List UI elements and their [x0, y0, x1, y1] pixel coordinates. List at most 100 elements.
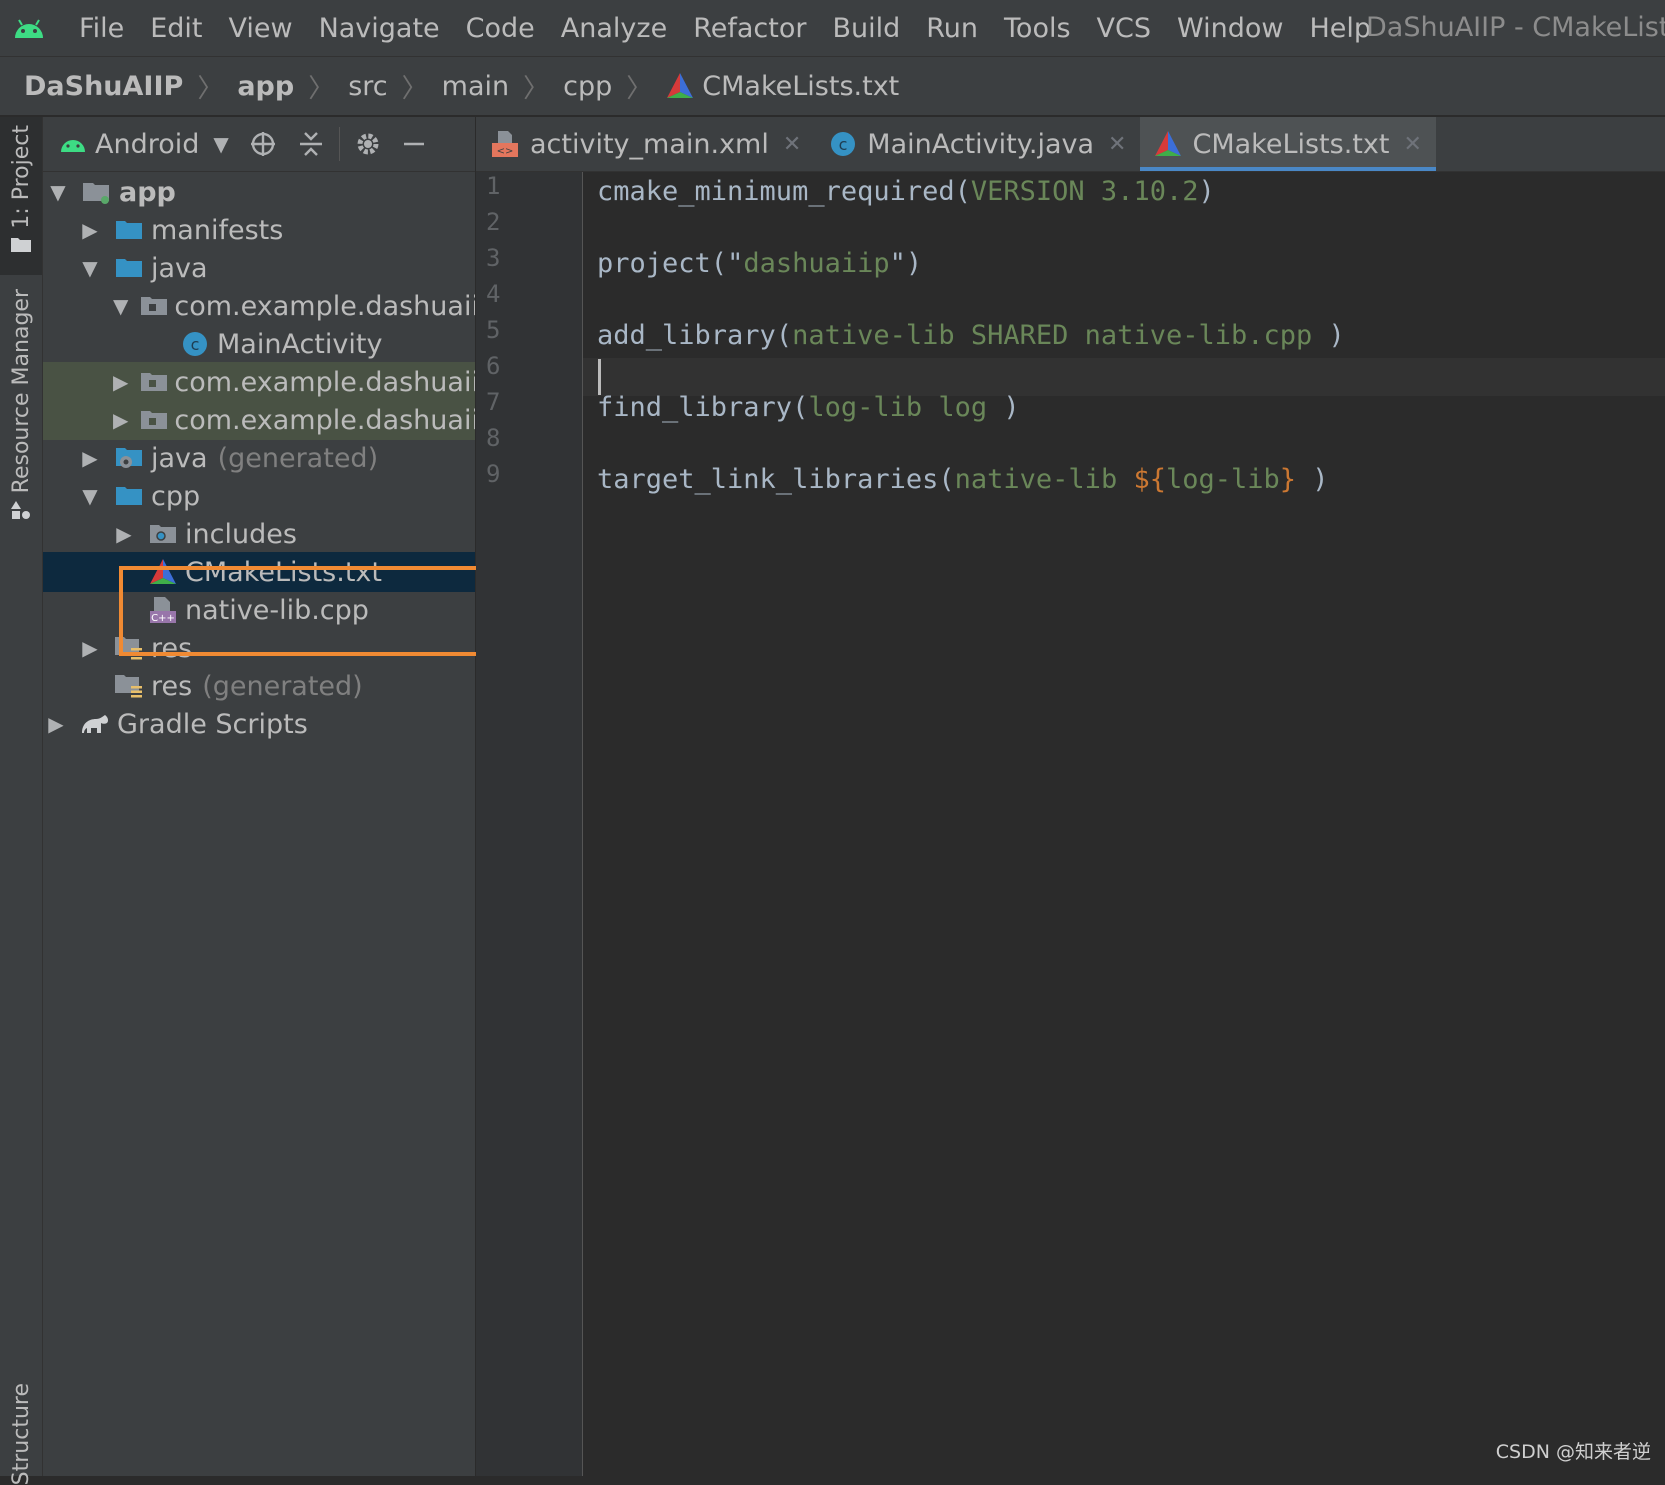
paren: ) [1198, 175, 1215, 207]
collapsed-arrow-icon[interactable]: ▶ [113, 408, 128, 432]
menu-file[interactable]: File [66, 13, 137, 44]
line-number: 3 [486, 244, 501, 272]
collapsed-arrow-icon[interactable]: ▶ [45, 712, 67, 736]
code-editor[interactable]: cmake_minimum_required(VERSION 3.10.2) p… [583, 172, 1665, 1476]
tab-structure[interactable]: Structure [0, 1297, 42, 1485]
tree-item-gradle-scripts[interactable]: ▶ Gradle Scripts [43, 704, 475, 744]
breadcrumb-project[interactable]: DaShuAIIP [24, 71, 183, 102]
expanded-arrow-icon[interactable]: ▼ [47, 180, 69, 204]
code-line-7: find_library(log-lib log ) [597, 388, 1020, 426]
collapsed-arrow-icon[interactable]: ▶ [79, 446, 101, 470]
tree-item-manifests[interactable]: ▶ manifests [43, 210, 475, 250]
window-title: DaShuAIIP - CMakeLists [1366, 12, 1665, 43]
tree-item-app[interactable]: ▼ app [43, 172, 475, 212]
svg-text:c: c [839, 135, 848, 154]
collapsed-arrow-icon[interactable]: ▶ [113, 522, 135, 546]
tree-item-java[interactable]: ▼ java [43, 248, 475, 288]
gradle-icon [79, 708, 111, 740]
breadcrumb-app[interactable]: app [237, 71, 294, 102]
paren: ( [938, 463, 955, 495]
collapsed-arrow-icon[interactable]: ▶ [113, 370, 128, 394]
line-number: 6 [486, 352, 501, 380]
chevron-right-icon: 〉 [197, 73, 224, 104]
menu-window[interactable]: Window [1164, 13, 1296, 44]
paren: ( [954, 175, 971, 207]
line-number: 5 [486, 316, 501, 344]
project-tree: ▼ app ▶ manifests ▼ java ▼ com.example.d… [43, 172, 475, 1476]
project-toolbar: Android ▼ [43, 117, 475, 172]
tree-item-res-generated[interactable]: res (generated) [43, 666, 475, 706]
svg-text:<>: <> [497, 146, 514, 157]
paren: ( [775, 319, 793, 351]
view-mode-selector[interactable]: Android [95, 129, 199, 160]
expanded-arrow-icon[interactable]: ▼ [79, 484, 101, 508]
chevron-right-icon: 〉 [523, 73, 550, 104]
collapse-all-icon[interactable] [293, 126, 329, 162]
tab-project-tool[interactable]: 1: Project [0, 117, 42, 275]
includes-folder-icon [147, 518, 179, 550]
line-number-gutter: 1 2 3 4 5 6 7 8 9 [476, 172, 583, 1476]
tree-item-java-generated[interactable]: ▶ java (generated) [43, 438, 475, 478]
gear-icon[interactable] [350, 126, 386, 162]
tab-mainactivity-java[interactable]: c MainActivity.java ✕ [815, 117, 1140, 171]
tree-item-cpp[interactable]: ▼ cpp [43, 476, 475, 516]
line-number: 9 [486, 460, 501, 488]
tree-label-suffix: (generated) [202, 670, 363, 702]
breadcrumb: DaShuAIIP 〉 app 〉 src 〉 main 〉 cpp 〉 CMa… [0, 57, 1665, 116]
menu-analyze[interactable]: Analyze [548, 13, 680, 44]
breadcrumb-file[interactable]: CMakeLists.txt [702, 71, 899, 102]
breadcrumb-src[interactable]: src [348, 71, 387, 102]
resources-folder-icon [113, 670, 145, 702]
chevron-down-icon[interactable]: ▼ [213, 132, 228, 156]
menu-code[interactable]: Code [453, 13, 548, 44]
breadcrumb-main[interactable]: main [442, 71, 509, 102]
line-number: 7 [486, 388, 501, 416]
android-icon [61, 140, 85, 152]
paren: ) [905, 247, 923, 279]
expanded-arrow-icon[interactable]: ▼ [79, 256, 101, 280]
expanded-arrow-icon[interactable]: ▼ [113, 294, 128, 318]
menu-run[interactable]: Run [913, 13, 991, 44]
tree-item-mainactivity[interactable]: c MainActivity [43, 324, 475, 364]
tab-label: CMakeLists.txt [1192, 128, 1390, 160]
command-name: target_link_libraries [597, 463, 939, 495]
close-icon[interactable]: ✕ [783, 132, 801, 157]
minimize-icon[interactable] [396, 126, 432, 162]
close-icon[interactable]: ✕ [1403, 132, 1421, 157]
package-icon [140, 366, 168, 398]
tree-item-package-androidtest[interactable]: ▶ com.example.dashuaiip [43, 362, 475, 402]
tree-item-package-main[interactable]: ▼ com.example.dashuaiip [43, 286, 475, 326]
tab-cmakelists-txt[interactable]: CMakeLists.txt ✕ [1140, 117, 1437, 171]
locate-icon[interactable] [245, 126, 281, 162]
collapsed-arrow-icon[interactable]: ▶ [79, 218, 101, 242]
close-icon[interactable]: ✕ [1108, 132, 1126, 157]
tree-item-includes[interactable]: ▶ includes [43, 514, 475, 554]
tree-label: MainActivity [217, 328, 383, 360]
paren: ) [1296, 463, 1329, 495]
tab-activity-main-xml[interactable]: <> activity_main.xml ✕ [476, 117, 815, 171]
tree-label: cpp [151, 480, 201, 512]
tree-label: res [151, 670, 193, 702]
menu-tools[interactable]: Tools [991, 13, 1084, 44]
line-number: 2 [486, 208, 501, 236]
menu-refactor[interactable]: Refactor [680, 13, 819, 44]
menu-build[interactable]: Build [819, 13, 913, 44]
folder-icon [113, 252, 145, 284]
module-folder-icon [81, 176, 113, 208]
generated-folder-icon [113, 442, 145, 474]
paren: ( [710, 247, 728, 279]
tree-label: manifests [151, 214, 284, 246]
tab-resource-manager[interactable]: Resource Manager [0, 289, 42, 529]
paren: ) [1312, 319, 1345, 351]
structure-label: Structure [8, 1382, 34, 1485]
menu-edit[interactable]: Edit [137, 13, 215, 44]
android-studio-logo-icon [15, 19, 43, 38]
collapsed-arrow-icon[interactable]: ▶ [79, 636, 101, 660]
tree-label: Gradle Scripts [117, 708, 308, 740]
menu-vcs[interactable]: VCS [1084, 13, 1164, 44]
tree-label: includes [185, 518, 297, 550]
menu-navigate[interactable]: Navigate [306, 13, 453, 44]
breadcrumb-cpp[interactable]: cpp [563, 71, 612, 102]
tree-item-package-test[interactable]: ▶ com.example.dashuaiip [43, 400, 475, 440]
menu-view[interactable]: View [215, 13, 305, 44]
